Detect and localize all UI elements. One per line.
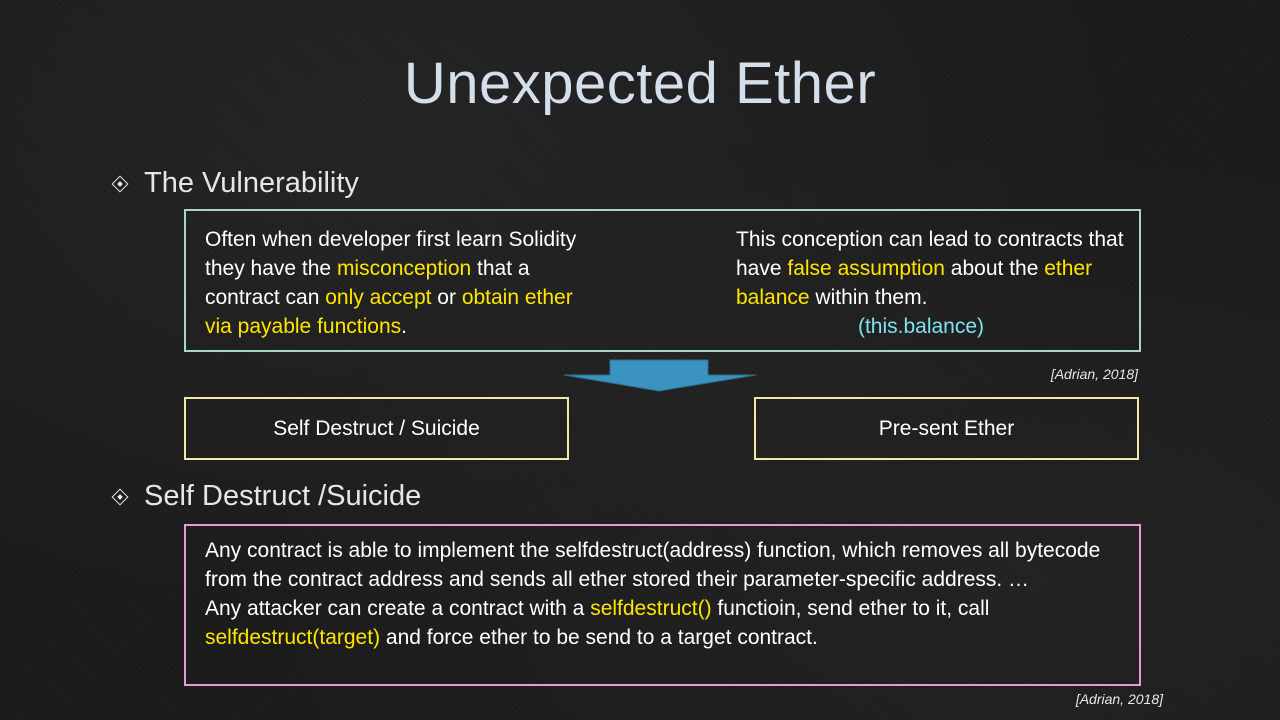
heading-text: The Vulnerability	[144, 167, 359, 199]
this-balance-code: (this.balance)	[857, 315, 985, 338]
option-pre-sent-ether: Pre-sent Ether	[754, 397, 1139, 460]
diamond-bullet-icon	[111, 488, 129, 505]
option-pre-sent-ether-label: Pre-sent Ether	[878, 416, 1015, 440]
heading-text: Self Destruct /Suicide	[144, 480, 422, 512]
diamond-bullet-icon	[111, 175, 129, 192]
vulnerability-left-text: Often when developer first learn Solidit…	[205, 228, 577, 338]
down-arrow-icon	[563, 359, 757, 392]
section-heading-self-destruct: Self Destruct /Suicide	[111, 480, 422, 513]
option-self-destruct-label: Self Destruct / Suicide	[273, 416, 480, 440]
self-destruct-text: Any contract is able to implement the se…	[205, 536, 1125, 652]
citation-1: [Adrian, 2018]	[1050, 366, 1138, 382]
option-self-destruct: Self Destruct / Suicide	[184, 397, 569, 460]
citation-2: [Adrian, 2018]	[1075, 691, 1163, 707]
self-destruct-paragraph-1: Any contract is able to implement the se…	[205, 539, 1101, 591]
slide-title: Unexpected Ether	[403, 51, 877, 116]
section-heading-vulnerability: The Vulnerability	[111, 167, 359, 200]
vulnerability-right-text: This conception can lead to contracts th…	[736, 228, 1124, 309]
self-destruct-paragraph-2: Any attacker can create a contract with …	[205, 597, 990, 649]
